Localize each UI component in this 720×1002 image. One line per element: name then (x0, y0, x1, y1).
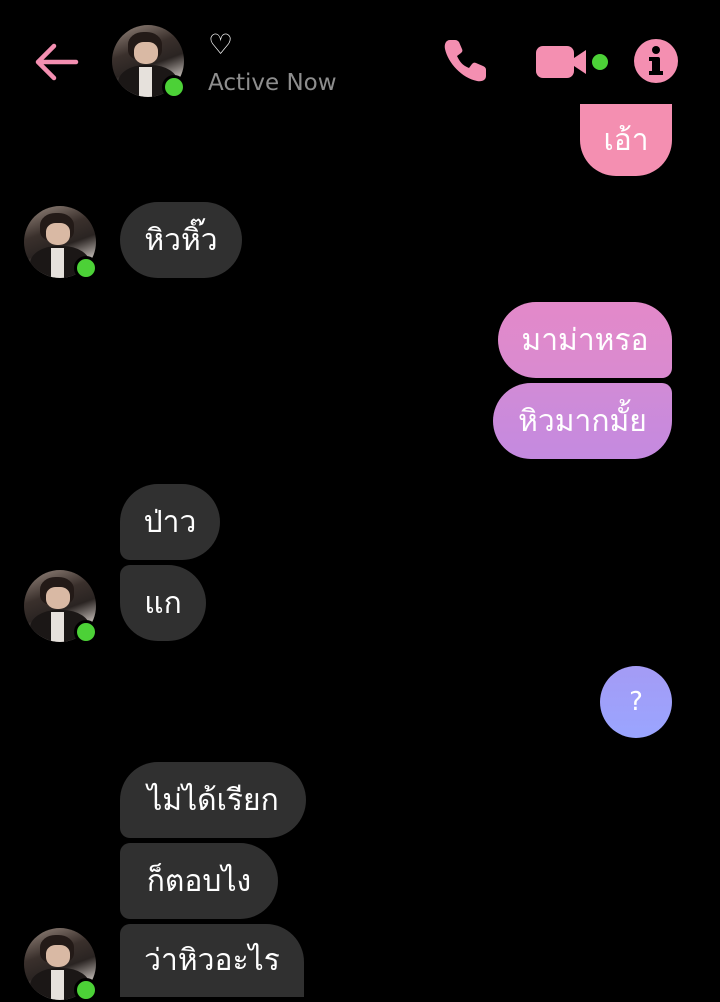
active-status: Active Now (208, 70, 337, 96)
online-indicator (162, 75, 186, 99)
call-button[interactable] (440, 36, 490, 86)
message-bubble-received[interactable]: ก็ตอบไง (120, 843, 278, 919)
video-call-button[interactable] (534, 40, 612, 84)
message-bubble-received[interactable]: แก (120, 565, 206, 641)
info-button[interactable] (632, 37, 680, 85)
back-button[interactable] (30, 36, 82, 88)
message-bubble-sent[interactable]: หิวมากมั้ย (493, 383, 672, 459)
online-indicator (74, 256, 98, 280)
back-arrow-icon (35, 43, 79, 81)
contact-name[interactable]: ♡ (208, 28, 233, 62)
video-camera-icon (536, 46, 608, 78)
message-bubble-sent[interactable]: เอ้า (580, 104, 672, 176)
message-bubble-received[interactable]: ป่าว (120, 484, 220, 560)
message-avatar (24, 570, 98, 644)
message-avatar (24, 206, 98, 280)
message-bubble-received[interactable]: ว่าหิวอะไร (120, 924, 304, 997)
message-bubble-sent[interactable]: มาม่าหรอ (498, 302, 672, 378)
message-avatar (24, 928, 98, 1002)
info-icon (634, 39, 678, 83)
message-bubble-received[interactable]: หิวหิ๊ว (120, 202, 242, 278)
header-avatar[interactable] (112, 25, 186, 99)
message-bubble-sent[interactable]: ? (600, 666, 672, 738)
phone-icon (444, 40, 486, 82)
message-bubble-received[interactable]: ไม่ได้เรียก (120, 762, 306, 838)
online-indicator (74, 620, 98, 644)
online-indicator (74, 978, 98, 1002)
